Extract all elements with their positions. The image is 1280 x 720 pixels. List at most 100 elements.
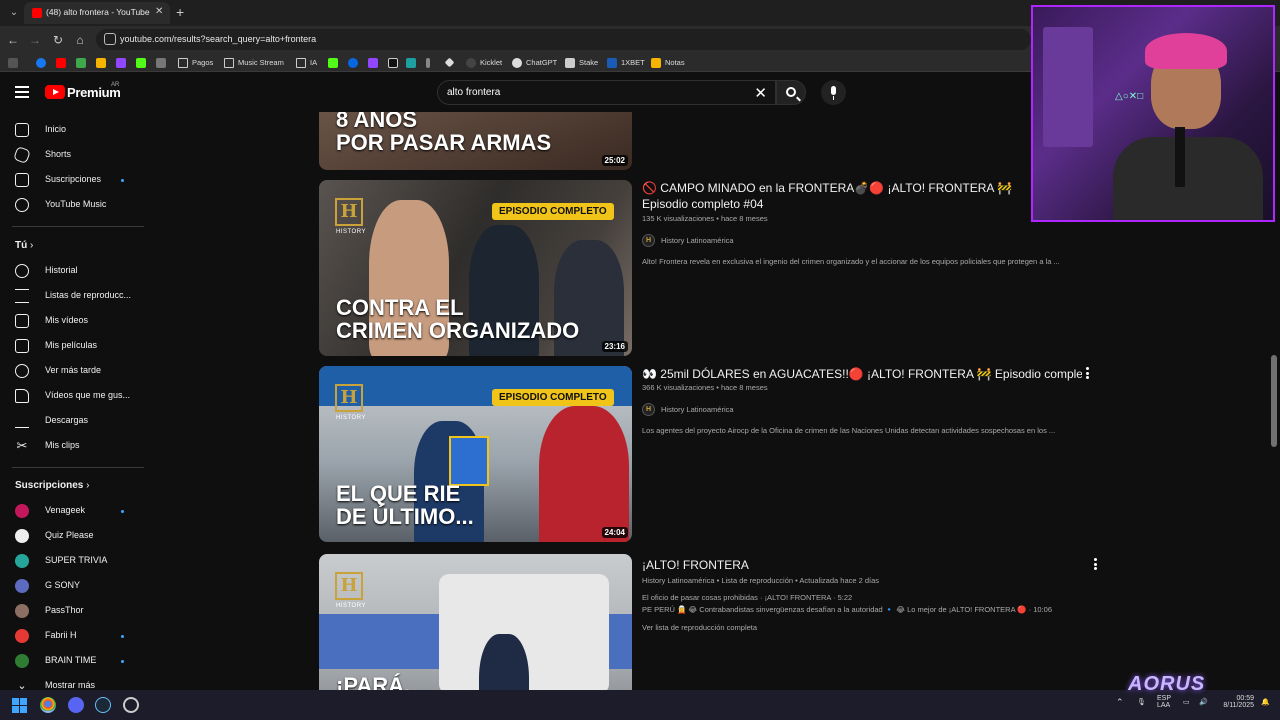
home-icon[interactable]: ⌂ [71, 31, 89, 49]
bookmark-kick-icon[interactable] [136, 56, 146, 69]
bookmark-chatgpt[interactable]: ChatGPT [512, 56, 557, 69]
browser-tab[interactable]: (48) alto frontera - YouTube ✕ [24, 2, 170, 24]
bookmark-stake[interactable]: Stake [565, 56, 598, 69]
reload-icon[interactable]: ↻ [49, 31, 67, 49]
search-input[interactable]: alto frontera ✕ [437, 80, 776, 105]
video-thumbnail[interactable]: H HISTORY EPISODIO COMPLETO EL QUE RIE D… [319, 366, 632, 542]
thumbnail-text: CRIMEN ORGANIZADO [336, 318, 580, 343]
voice-search-icon[interactable] [821, 80, 846, 105]
network-icon[interactable]: ▭ [1183, 698, 1190, 706]
volume-icon[interactable]: 🔊 [1199, 698, 1208, 706]
episode-badge: EPISODIO COMPLETO [492, 203, 614, 220]
clear-search-icon[interactable]: ✕ [754, 84, 767, 102]
chatgpt-icon [512, 57, 522, 68]
bookmark-facebook-icon[interactable] [36, 56, 46, 69]
new-tab-icon[interactable]: + [176, 4, 184, 20]
discord-taskbar-icon[interactable] [68, 697, 84, 713]
bookmark-meta-icon[interactable] [348, 56, 358, 69]
tray-chevron-icon[interactable]: ⌃ [1116, 697, 1124, 708]
tab-title: (48) alto frontera - YouTube [46, 7, 150, 17]
chrome-taskbar-icon[interactable] [40, 697, 56, 713]
stake-icon [565, 57, 575, 68]
video-description: Alto! Frontera revela en exclusiva el in… [642, 257, 1060, 266]
playlist-title[interactable]: ¡ALTO! FRONTERA [642, 557, 749, 573]
duration-badge: 25:02 [601, 155, 628, 166]
history-logo-icon: H [335, 384, 363, 412]
history-logo-icon: H [335, 572, 363, 600]
thumbnail-text: 8 AÑOS [336, 112, 418, 132]
country-code: AR [111, 82, 120, 88]
bookmark-pin-icon[interactable] [426, 56, 430, 69]
obs-taskbar-icon[interactable] [123, 697, 139, 713]
video-thumbnail[interactable]: H HISTORY EPISODIO COMPLETO CONTRA EL CR… [319, 180, 632, 356]
site-info-icon[interactable] [104, 33, 116, 45]
video-meta: 135 K visualizaciones • hace 8 meses [642, 214, 768, 223]
bookmark-notas[interactable]: Notas [651, 56, 685, 69]
video-title[interactable]: 👀 25mil DÓLARES en AGUACATES!!🔴 ¡ALTO! F… [642, 366, 1082, 382]
clock[interactable]: 00:59 8/11/2025 [1212, 695, 1254, 709]
bookmark-folder-pagos[interactable]: Pagos [178, 56, 213, 69]
address-bar[interactable]: youtube.com/results?search_query=alto+fr… [96, 29, 1031, 50]
bookmark-twitch-icon[interactable] [116, 56, 126, 69]
thumbnail-text: POR PASAR ARMAS [336, 130, 552, 155]
channel-avatar: H [642, 402, 655, 416]
search-query: alto frontera [447, 87, 501, 98]
page-scrollbar[interactable] [1271, 355, 1277, 447]
webcam-person-hair [1145, 33, 1227, 69]
bookmark-youtube-icon[interactable] [56, 56, 66, 69]
steam-taskbar-icon[interactable] [95, 697, 111, 713]
channel-link[interactable]: H History Latinoamérica [642, 233, 734, 247]
url-text: youtube.com/results?search_query=alto+fr… [120, 34, 317, 44]
playlist-video-link[interactable]: El oficio de pasar cosas prohibidas · ¡A… [642, 593, 852, 602]
bookmark-kick-2-icon[interactable] [328, 56, 338, 69]
playlist-thumbnail[interactable]: H HISTORY ¡PARÁ, [319, 554, 632, 690]
1xbet-icon [607, 57, 617, 68]
bookmark-extension-icon[interactable] [76, 56, 86, 69]
folder-icon [296, 57, 306, 68]
more-actions-icon[interactable] [1093, 558, 1099, 572]
bookmark-extension-2-icon[interactable] [156, 56, 166, 69]
video-thumbnail[interactable]: 8 AÑOS POR PASAR ARMAS 25:02 [319, 112, 632, 170]
channel-link[interactable]: H History Latinoamérica [642, 402, 734, 416]
youtube-favicon-icon [32, 8, 42, 18]
kicklet-icon [466, 57, 476, 68]
view-full-playlist-link[interactable]: Ver lista de reproducción completa [642, 623, 757, 632]
thumbnail-text: ¡PARÁ, [336, 673, 411, 690]
menu-icon[interactable] [15, 86, 29, 98]
search-button[interactable] [776, 80, 806, 105]
thumbnail-text: EL QUE RIE [336, 481, 461, 506]
apps-icon[interactable] [8, 56, 18, 69]
search-icon [786, 87, 796, 97]
notes-icon [651, 57, 661, 68]
bookmark-folder-ia[interactable]: IA [296, 56, 317, 69]
history-logo-text: HISTORY [336, 415, 366, 421]
bookmark-kicklet[interactable]: Kicklet [466, 56, 502, 69]
video-description: Los agentes del proyecto Airocp de la Of… [642, 426, 1056, 435]
more-actions-icon[interactable] [1085, 367, 1091, 381]
tab-list-icon[interactable]: ⌄ [6, 5, 22, 21]
mic-tray-icon[interactable]: 🎙 [1137, 698, 1146, 706]
bookmark-tiktok-icon[interactable] [388, 56, 398, 69]
windows-start-icon[interactable] [12, 698, 27, 713]
webcam-microphone [1175, 127, 1185, 187]
forward-icon[interactable]: → [26, 31, 44, 49]
bookmark-diamond-icon[interactable] [444, 56, 455, 69]
notifications-icon[interactable]: 🔔 [1261, 698, 1270, 706]
language-indicator[interactable]: ESP LAA [1157, 695, 1171, 709]
video-title[interactable]: 🚫 CAMPO MINADO en la FRONTERA💣🔴 ¡ALTO! F… [642, 180, 1034, 212]
back-icon[interactable]: ← [4, 31, 22, 49]
windows-taskbar: ⌃ 🎙 ESP LAA ▭ 🔊 00:59 8/11/2025 🔔 [0, 690, 1280, 720]
bookmark-folder-music-stream[interactable]: Music Stream [224, 56, 284, 69]
close-tab-icon[interactable]: ✕ [155, 6, 163, 17]
thumbnail-text: CONTRA EL [336, 295, 464, 320]
history-logo-text: HISTORY [336, 603, 366, 609]
duration-badge: 24:04 [601, 527, 628, 538]
history-logo-icon: H [335, 198, 363, 226]
bookmark-app-icon[interactable] [406, 56, 416, 69]
youtube-logo-icon[interactable] [45, 85, 65, 99]
bookmark-drive-icon[interactable] [96, 56, 106, 69]
thumbnail-sign [449, 436, 489, 486]
bookmark-1xbet[interactable]: 1XBET [607, 56, 645, 69]
bookmark-twitch-2-icon[interactable] [368, 56, 378, 69]
playlist-video-link[interactable]: PE PERÚ 🧝 😂 Contrabandistas sinvergüenza… [642, 605, 1052, 614]
